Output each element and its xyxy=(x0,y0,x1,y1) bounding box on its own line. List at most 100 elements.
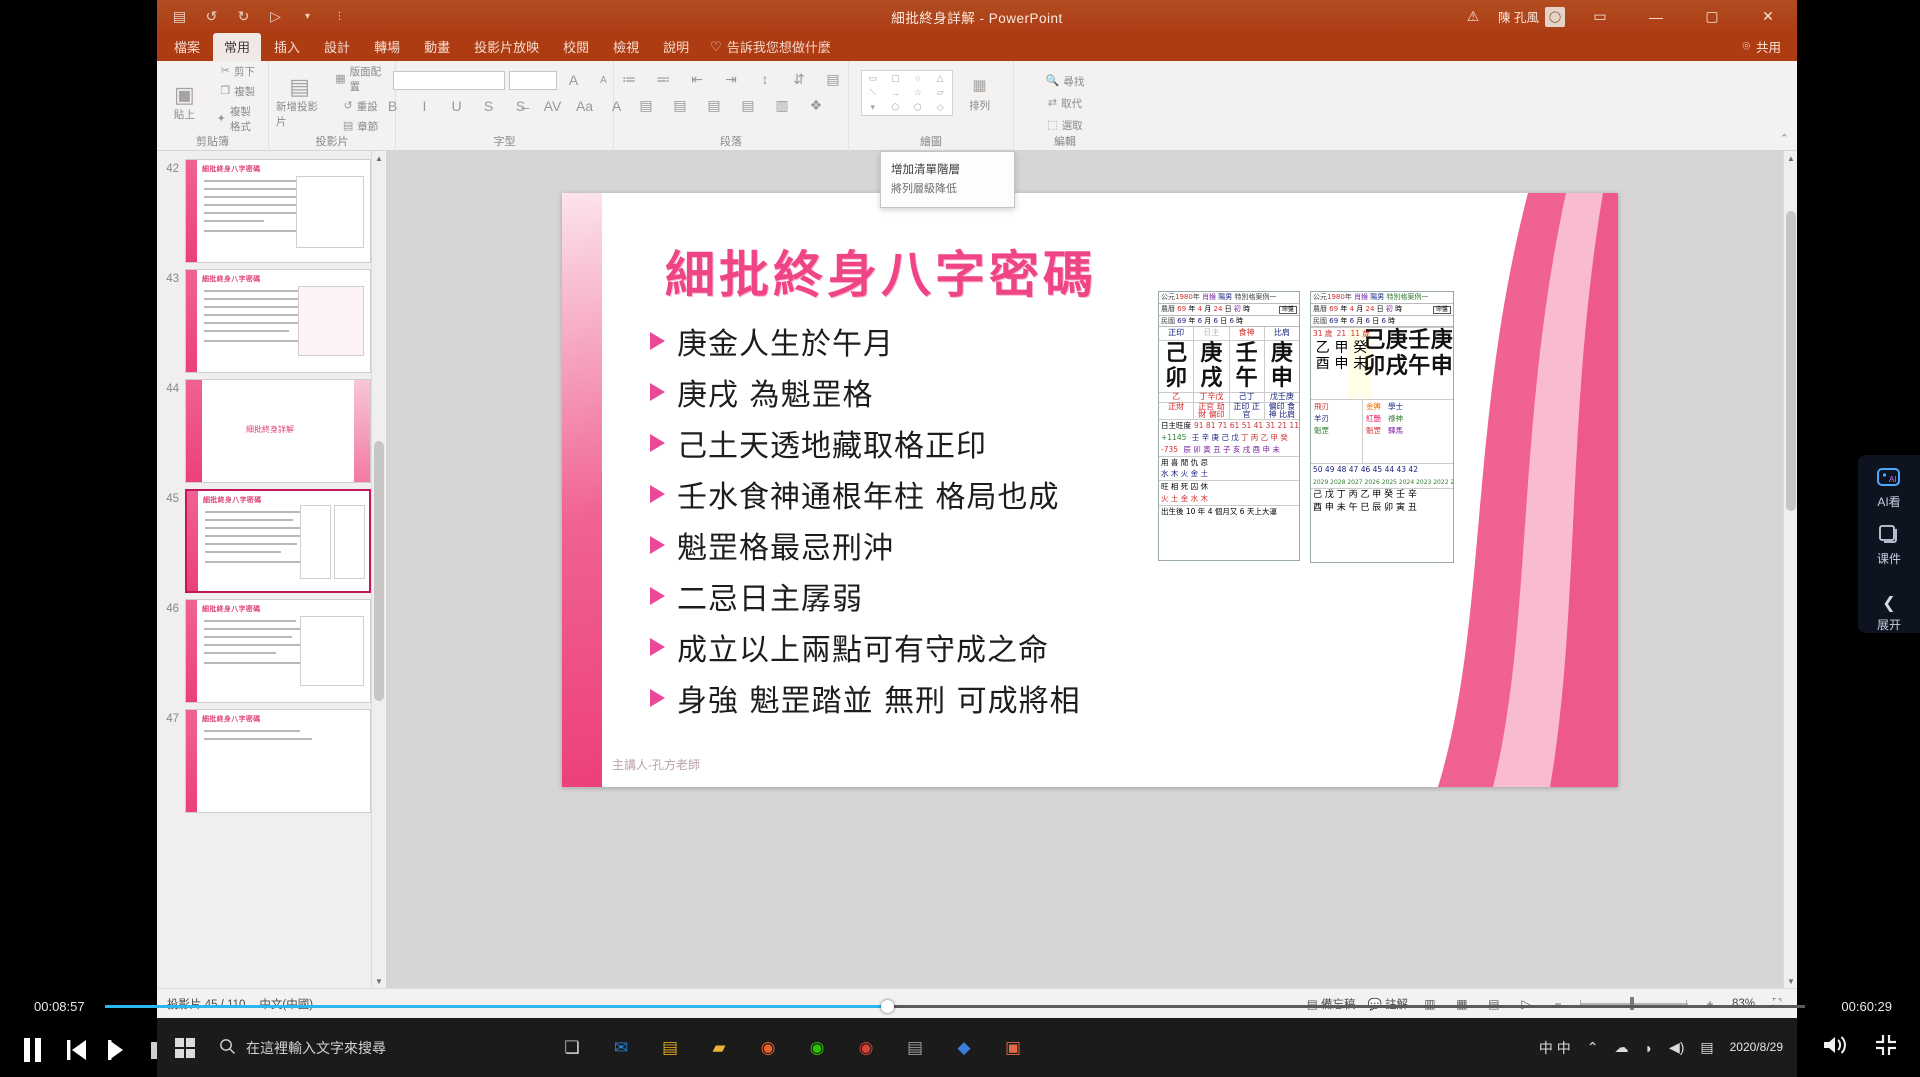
tab-home[interactable]: 常用 xyxy=(213,33,262,61)
thumbnail-slide[interactable]: 細批終身八字密碼 xyxy=(185,269,371,373)
volume-icon[interactable]: ◀) xyxy=(1669,1039,1684,1056)
thumbnail-row-47[interactable]: 47 細批終身八字密碼 xyxy=(157,703,384,813)
wechat-icon[interactable]: ◉ xyxy=(796,1027,838,1069)
slide-canvas-area[interactable]: 細批終身八字密碼 庚金人生於午月 庚戌 為魁罡格 己土天透地藏取格正印 壬水食神… xyxy=(386,151,1783,988)
justify-button[interactable]: ▤ xyxy=(735,97,761,114)
volume-button[interactable] xyxy=(1822,1034,1848,1060)
firefox-icon[interactable]: ◉ xyxy=(747,1027,789,1069)
thumbnail-row-44[interactable]: 44 細批終身詳解 xyxy=(157,373,384,483)
font-family-combobox[interactable] xyxy=(392,71,505,90)
bazi-chart-left[interactable]: 公元1980年 肖猴 陽男 特別格案例一 農曆 69 年 4 月 24 日 初 … xyxy=(1158,291,1300,561)
sidebar-item-courseware[interactable]: 课件 xyxy=(1877,524,1901,567)
change-case-button[interactable]: Aa xyxy=(572,98,598,115)
line-spacing-button[interactable]: ↕ xyxy=(752,71,778,88)
tab-review[interactable]: 校閱 xyxy=(552,33,600,61)
file-explorer-icon[interactable]: ▰ xyxy=(698,1027,740,1069)
course-side-panel[interactable]: AI AI看 课件 ❮ 展开 xyxy=(1858,455,1920,633)
sidebar-item-ai[interactable]: AI AI看 xyxy=(1877,467,1901,510)
select-button[interactable]: ⬚ 選取 xyxy=(1044,117,1087,134)
video-content-powerpoint[interactable]: ▤ ↺ ↻ ▷ ▾ ⋮ 細批終身詳解 - PowerPoint ⚠ 陳 孔風 ◯… xyxy=(157,0,1797,1018)
decrease-indent-button[interactable]: ⇤ xyxy=(684,71,710,88)
current-slide[interactable]: 細批終身八字密碼 庚金人生於午月 庚戌 為魁罡格 己土天透地藏取格正印 壬水食神… xyxy=(562,193,1618,787)
increase-font-size-button[interactable]: A xyxy=(561,72,587,89)
scroll-up-icon[interactable]: ▲ xyxy=(372,151,386,165)
windows-start-icon[interactable] xyxy=(163,1026,207,1070)
slide-scroll-thumb[interactable] xyxy=(1786,211,1796,511)
strikethrough-button[interactable]: S̶ xyxy=(508,98,534,115)
browser-icon[interactable]: ◆ xyxy=(943,1027,985,1069)
slide-thumbnail-pane[interactable]: 42 細批終身八字密碼 43 細批終身八字密碼 44 細批終身詳解 45 細批終… xyxy=(157,151,385,988)
share-button[interactable]: ⌾ 共用 xyxy=(1742,37,1797,61)
thumbnail-row-46[interactable]: 46 細批終身八字密碼 xyxy=(157,593,384,703)
font-size-combobox[interactable] xyxy=(508,71,557,90)
collapse-ribbon-icon[interactable]: ⌃ xyxy=(1780,132,1789,145)
copy-button[interactable]: ❐ 複製 xyxy=(215,83,261,100)
tab-slideshow[interactable]: 投影片放映 xyxy=(463,33,550,61)
taskbar-search-input[interactable]: 在這裡輸入文字來搜尋 xyxy=(207,1027,537,1069)
pdf-icon[interactable]: ▤ xyxy=(894,1027,936,1069)
thumbnail-slide-selected[interactable]: 細批終身八字密碼 xyxy=(185,489,371,593)
next-button[interactable] xyxy=(108,1038,130,1062)
slide-area-scrollbar[interactable]: ▲ ▼ xyxy=(1783,151,1797,988)
italic-button[interactable]: I xyxy=(412,98,438,115)
slide-title[interactable]: 細批終身八字密碼 xyxy=(665,235,1097,307)
briefcase-icon[interactable]: ▤ xyxy=(649,1027,691,1069)
tab-animations[interactable]: 動畫 xyxy=(413,33,461,61)
format-painter-button[interactable]: ✦ 複製格式 xyxy=(215,103,261,135)
smartart-button[interactable]: ❖ xyxy=(803,97,829,114)
powerpoint-icon[interactable]: ▣ xyxy=(992,1027,1034,1069)
network-icon[interactable]: ▤ xyxy=(1700,1039,1713,1056)
shadow-button[interactable]: S xyxy=(476,98,502,115)
layout-button[interactable]: ▦ 版面配置 xyxy=(333,63,388,95)
tab-view[interactable]: 檢視 xyxy=(602,33,650,61)
thumbnail-scrollbar[interactable]: ▲ ▼ xyxy=(371,151,385,988)
mail-icon[interactable]: ✉ xyxy=(600,1027,642,1069)
decrease-font-size-button[interactable]: A xyxy=(591,72,617,89)
progress-bar[interactable] xyxy=(105,1000,1805,1013)
bullet-item[interactable]: 身強 魁罡踏並 無刑 可成將相 xyxy=(650,672,1250,723)
columns-button[interactable]: ▥ xyxy=(769,97,795,114)
bullets-button[interactable]: ≔ xyxy=(616,71,642,88)
thumbnail-row-45[interactable]: 45 細批終身八字密碼 xyxy=(157,483,384,593)
new-slide-button[interactable]: ▤ 新增投影片 xyxy=(276,75,323,129)
cut-button[interactable]: ✂ 剪下 xyxy=(215,63,261,80)
scroll-up-icon[interactable]: ▲ xyxy=(1784,151,1797,165)
bazi-chart-right[interactable]: 公元1980年 肖猴 陽男 特別格案例一 農曆 69 年 4 月 24 日 初 … xyxy=(1310,291,1454,563)
ime-label[interactable]: 中 中 xyxy=(1539,1038,1571,1058)
taskbar-clock[interactable]: 2020/8/29 xyxy=(1730,1040,1783,1055)
tab-transitions[interactable]: 轉場 xyxy=(363,33,411,61)
tab-file[interactable]: 檔案 xyxy=(157,33,211,61)
tab-insert[interactable]: 插入 xyxy=(263,33,311,61)
text-direction-button[interactable]: ⇵ xyxy=(786,71,812,88)
previous-button[interactable] xyxy=(65,1038,87,1062)
align-text-button[interactable]: ▤ xyxy=(820,71,846,88)
find-button[interactable]: 🔍 尋找 xyxy=(1044,73,1087,90)
thumbnail-row-43[interactable]: 43 細批終身八字密碼 xyxy=(157,263,384,373)
wifi-icon[interactable]: ◗ xyxy=(1644,1040,1652,1056)
thumbnail-slide[interactable]: 細批終身八字密碼 xyxy=(185,709,371,813)
up-arrow-icon[interactable]: ⌃ xyxy=(1587,1039,1599,1056)
align-right-button[interactable]: ▤ xyxy=(701,97,727,114)
char-spacing-button[interactable]: AV xyxy=(540,98,566,115)
task-view-icon[interactable]: ❏ xyxy=(551,1027,593,1069)
thumbnail-scroll-thumb[interactable] xyxy=(374,441,384,701)
thumbnail-row-42[interactable]: 42 細批終身八字密碼 xyxy=(157,153,384,263)
align-center-button[interactable]: ▤ xyxy=(667,97,693,114)
paste-button[interactable]: ▣ 貼上 xyxy=(164,82,205,122)
thumbnail-slide[interactable]: 細批終身八字密碼 xyxy=(185,159,371,263)
increase-indent-button[interactable]: ⇥ xyxy=(718,71,744,88)
cloud-icon[interactable]: ☁ xyxy=(1614,1039,1628,1056)
bullet-item[interactable]: 成立以上兩點可有守成之命 xyxy=(650,621,1250,672)
tab-design[interactable]: 設計 xyxy=(313,33,361,61)
shapes-gallery[interactable]: ▭ ▢ ○ △ ⟍ → ☆ ▱ ▾ ⬠ ⬡ ◇ xyxy=(860,70,953,116)
underline-button[interactable]: U xyxy=(444,98,470,115)
arrange-button[interactable]: ▦ 排列 xyxy=(958,74,1002,113)
thumbnail-slide[interactable]: 細批終身詳解 xyxy=(185,379,371,483)
tell-me-box[interactable]: ♡ 告訴我您想做什麼 xyxy=(702,33,839,61)
pause-button[interactable] xyxy=(22,1037,44,1063)
bold-button[interactable]: B xyxy=(380,98,406,115)
bullet-item[interactable]: 二忌日主孱弱 xyxy=(650,570,1250,621)
align-left-button[interactable]: ▤ xyxy=(633,97,659,114)
tab-help[interactable]: 說明 xyxy=(652,33,700,61)
sidebar-item-expand[interactable]: ❮ 展开 xyxy=(1877,593,1901,633)
